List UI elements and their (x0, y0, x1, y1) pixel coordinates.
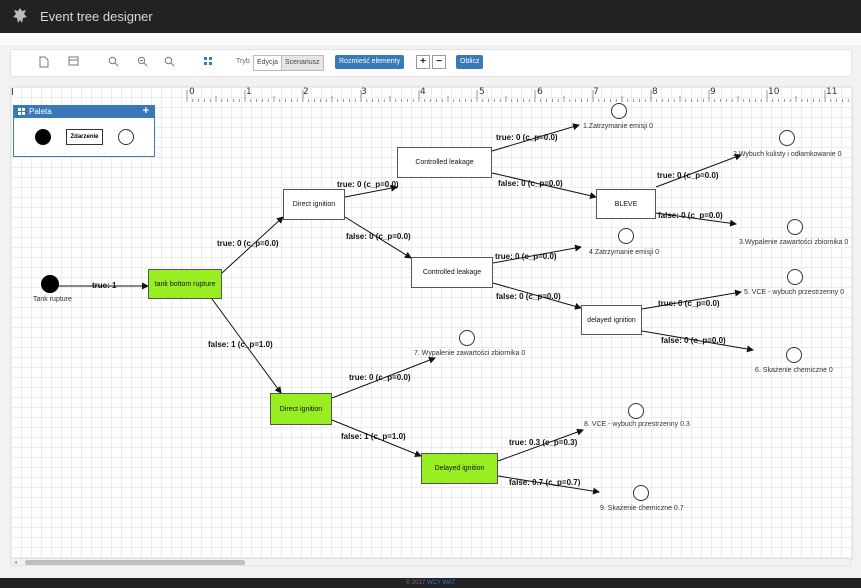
footer-org: WCY WAT (426, 580, 456, 586)
event-node[interactable]: tank bottom rupture (148, 269, 222, 299)
save-icon[interactable] (66, 56, 80, 70)
app-header: Event tree designer (0, 0, 861, 33)
edge-label: false: 0 (c_p=0.0) (346, 232, 411, 241)
event-node[interactable]: Controlled leakage (411, 257, 493, 288)
event-node[interactable]: Controlled leakage (397, 147, 492, 178)
outcome-label: 8. VCE - wybuch przestrzenny 0.3 (584, 421, 690, 428)
edge-label: false: 0 (c_p=0.0) (658, 211, 723, 220)
arrange-elements-button[interactable]: Rozmieść elementy (335, 55, 405, 69)
event-node[interactable]: Delayed ignition (421, 453, 498, 484)
edge-label: true: 0 (c_p=0.0) (495, 252, 557, 261)
edge-label: false: 0.7 (c_p=0.7) (509, 478, 581, 487)
grid-icon[interactable] (201, 56, 215, 70)
edge-label: true: 0 (c_p=0.0) (657, 171, 719, 180)
edge-label: true: 0 (c_p=0.0) (217, 239, 279, 248)
outcome-label: 6. Skażenie chemiczne 0 (755, 367, 833, 374)
outcome-node[interactable] (786, 347, 802, 363)
remove-level-button[interactable]: − (432, 55, 446, 69)
edge-label: true: 1 (92, 281, 117, 290)
outcome-label: 2.Wybuch kulisty i odłamkowanie 0 (733, 151, 842, 158)
edge-label: false: 1 (c_p=1.0) (341, 432, 406, 441)
palette-initiator-node[interactable] (35, 129, 51, 145)
palette-event-node[interactable]: Zdarzenie (66, 129, 103, 145)
initiator-label: Tank rupture (33, 296, 72, 303)
diagram-canvas[interactable]: I 0 1 2 3 4 5 6 7 8 9 10 11 Paleta + Zda… (10, 86, 853, 560)
edge-label: true: 0.3 (c_p=0.3) (509, 438, 578, 447)
outcome-label: 1.Zatrzymanie emisji 0 (583, 123, 654, 130)
outcome-label: 9. Skażenie chemiczne 0.7 (600, 505, 684, 512)
initiator-node[interactable] (41, 275, 59, 293)
mode-scenario-button[interactable]: Scenariusz (281, 55, 324, 71)
outcome-label: 5. VCE - wybuch przestrzenny 0 (744, 289, 844, 296)
edge-label: false: 0 (c_p=0.0) (661, 336, 726, 345)
zoom-out-icon[interactable] (162, 56, 176, 70)
outcome-label: 3.Wypalenie zawartości zbiornika 0 (739, 239, 849, 246)
footer: © 2017 WCY WAT (0, 578, 861, 588)
edge-label: true: 0 (c_p=0.0) (349, 373, 411, 382)
outcome-node[interactable] (459, 330, 475, 346)
add-level-button[interactable]: + (416, 55, 430, 69)
edge-label: true: 0 (c_p=0.0) (496, 133, 558, 142)
palette-grid-icon (18, 108, 25, 115)
event-node[interactable]: delayed ignition (581, 305, 642, 335)
palette-panel: Paleta + Zdarzenie (13, 105, 155, 157)
outcome-node[interactable] (787, 269, 803, 285)
outcome-node[interactable] (779, 130, 795, 146)
palette-header: Paleta + (14, 105, 154, 118)
header-gap (0, 33, 861, 45)
event-node[interactable]: Direct ignition (283, 189, 345, 220)
edge-label: false: 1 (c_p=1.0) (208, 340, 273, 349)
edge-label: true: 0 (c_p=0.0) (337, 180, 399, 189)
zoom-fit-icon[interactable] (135, 56, 149, 70)
edge-label: false: 0 (c_p=0.0) (496, 292, 561, 301)
scroll-left-icon[interactable]: ◂ (14, 559, 17, 566)
outcome-node[interactable] (618, 228, 634, 244)
outcome-node[interactable] (611, 103, 627, 119)
app-title: Event tree designer (40, 9, 153, 24)
compute-button[interactable]: Oblicz (456, 55, 484, 69)
scrollbar-thumb[interactable] (25, 560, 245, 565)
outcome-node[interactable] (633, 485, 649, 501)
edge-label: true: 0 (c_p=0.0) (658, 299, 720, 308)
edge-label: false: 0 (c_p=0.0) (498, 179, 563, 188)
outcome-node[interactable] (787, 219, 803, 235)
palette-outcome-node[interactable] (118, 129, 134, 145)
mode-label: Tryb (236, 58, 250, 65)
footer-copyright: © 2017 (405, 580, 426, 586)
palette-title: Paleta (29, 107, 52, 116)
outcome-label: 4.Zatrzymanie emisji 0 (589, 249, 660, 256)
event-node[interactable]: Direct ignition (270, 393, 332, 425)
event-node[interactable]: BLEVE (596, 189, 656, 219)
palette-add-icon[interactable]: + (143, 105, 149, 117)
outcome-label: 7. Wypalenie zawartości zbiornika 0 (414, 350, 526, 357)
outcome-node[interactable] (628, 403, 644, 419)
new-document-icon[interactable] (37, 56, 51, 70)
zoom-in-icon[interactable] (106, 56, 120, 70)
horizontal-scrollbar[interactable]: ◂ (10, 558, 851, 566)
toolbar: Tryb Edycja Scenariusz Rozmieść elementy… (10, 49, 852, 77)
eagle-logo-icon (13, 8, 27, 23)
mode-edit-button[interactable]: Edycja (253, 55, 283, 71)
